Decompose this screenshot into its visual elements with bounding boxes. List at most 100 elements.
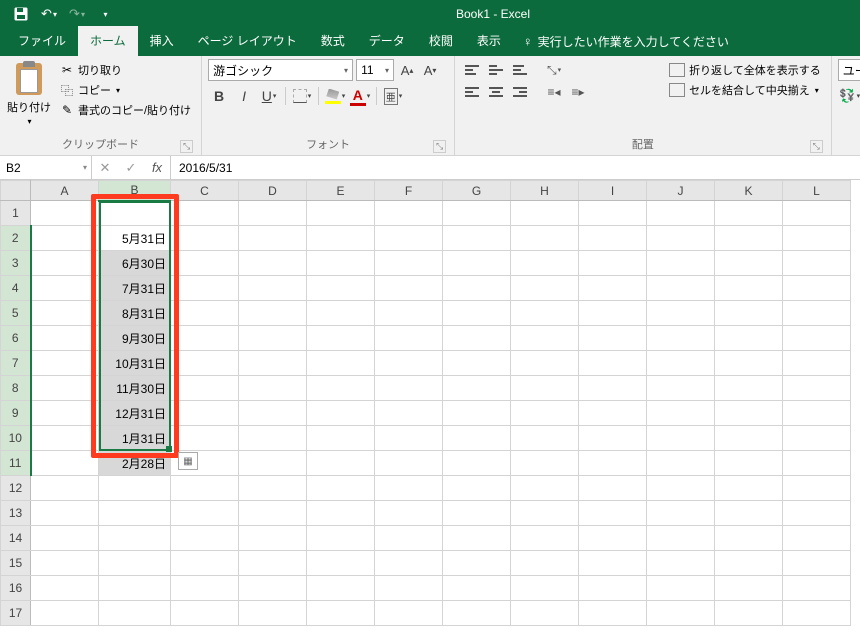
cell-L6[interactable] xyxy=(783,326,851,351)
tab-file[interactable]: ファイル xyxy=(6,26,78,56)
accounting-format-button[interactable]: 💱▾ xyxy=(838,85,860,107)
cell-I16[interactable] xyxy=(579,576,647,601)
cell-I15[interactable] xyxy=(579,551,647,576)
cell-D13[interactable] xyxy=(239,501,307,526)
cell-L8[interactable] xyxy=(783,376,851,401)
cell-H3[interactable] xyxy=(511,251,579,276)
cell-G3[interactable] xyxy=(443,251,511,276)
cell-L16[interactable] xyxy=(783,576,851,601)
tab-page-layout[interactable]: ページ レイアウト xyxy=(186,26,309,56)
align-middle-button[interactable] xyxy=(485,59,507,81)
cell-G11[interactable] xyxy=(443,451,511,476)
cell-F16[interactable] xyxy=(375,576,443,601)
cell-I4[interactable] xyxy=(579,276,647,301)
cell-L12[interactable] xyxy=(783,476,851,501)
paste-button[interactable]: 貼り付け ▾ xyxy=(6,59,52,126)
align-right-button[interactable] xyxy=(509,81,531,103)
cell-G13[interactable] xyxy=(443,501,511,526)
cell-F5[interactable] xyxy=(375,301,443,326)
cell-E1[interactable] xyxy=(307,201,375,226)
cell-E16[interactable] xyxy=(307,576,375,601)
row-header-13[interactable]: 13 xyxy=(1,501,31,526)
cell-I1[interactable] xyxy=(579,201,647,226)
cell-L15[interactable] xyxy=(783,551,851,576)
cell-B16[interactable] xyxy=(99,576,171,601)
cell-B13[interactable] xyxy=(99,501,171,526)
enter-formula-button[interactable]: ✓ xyxy=(118,160,144,176)
cell-F17[interactable] xyxy=(375,601,443,626)
column-header-K[interactable]: K xyxy=(715,181,783,201)
cell-B3[interactable]: 6月30日 xyxy=(99,251,171,276)
cell-L10[interactable] xyxy=(783,426,851,451)
tab-view[interactable]: 表示 xyxy=(465,26,513,56)
cell-F9[interactable] xyxy=(375,401,443,426)
cell-D3[interactable] xyxy=(239,251,307,276)
cell-I13[interactable] xyxy=(579,501,647,526)
number-format-combo[interactable]: ユーザー定義▾ xyxy=(838,59,860,81)
cell-I2[interactable] xyxy=(579,226,647,251)
cell-D5[interactable] xyxy=(239,301,307,326)
cell-G7[interactable] xyxy=(443,351,511,376)
cell-L11[interactable] xyxy=(783,451,851,476)
cell-K1[interactable] xyxy=(715,201,783,226)
cell-I6[interactable] xyxy=(579,326,647,351)
cell-B17[interactable] xyxy=(99,601,171,626)
cell-K3[interactable] xyxy=(715,251,783,276)
cell-K12[interactable] xyxy=(715,476,783,501)
column-header-A[interactable]: A xyxy=(31,181,99,201)
cell-I10[interactable] xyxy=(579,426,647,451)
cell-K7[interactable] xyxy=(715,351,783,376)
cell-G8[interactable] xyxy=(443,376,511,401)
column-header-C[interactable]: C xyxy=(171,181,239,201)
cell-G16[interactable] xyxy=(443,576,511,601)
cell-A13[interactable] xyxy=(31,501,99,526)
cell-C7[interactable] xyxy=(171,351,239,376)
cell-G5[interactable] xyxy=(443,301,511,326)
cell-A7[interactable] xyxy=(31,351,99,376)
cell-D9[interactable] xyxy=(239,401,307,426)
cell-J8[interactable] xyxy=(647,376,715,401)
tab-data[interactable]: データ xyxy=(357,26,417,56)
cell-L7[interactable] xyxy=(783,351,851,376)
cell-B1[interactable] xyxy=(99,201,171,226)
cell-A14[interactable] xyxy=(31,526,99,551)
cell-H17[interactable] xyxy=(511,601,579,626)
cell-G15[interactable] xyxy=(443,551,511,576)
cell-D8[interactable] xyxy=(239,376,307,401)
dialog-launcher[interactable]: ⤡ xyxy=(433,140,446,153)
cell-K16[interactable] xyxy=(715,576,783,601)
cell-D16[interactable] xyxy=(239,576,307,601)
increase-font-button[interactable]: A▴ xyxy=(397,59,417,81)
cell-J6[interactable] xyxy=(647,326,715,351)
cell-C13[interactable] xyxy=(171,501,239,526)
cell-E13[interactable] xyxy=(307,501,375,526)
cell-K9[interactable] xyxy=(715,401,783,426)
row-header-15[interactable]: 15 xyxy=(1,551,31,576)
cell-D14[interactable] xyxy=(239,526,307,551)
cell-F15[interactable] xyxy=(375,551,443,576)
cell-L17[interactable] xyxy=(783,601,851,626)
cell-F1[interactable] xyxy=(375,201,443,226)
cell-K4[interactable] xyxy=(715,276,783,301)
cell-B14[interactable] xyxy=(99,526,171,551)
cell-I8[interactable] xyxy=(579,376,647,401)
cell-A4[interactable] xyxy=(31,276,99,301)
column-header-I[interactable]: I xyxy=(579,181,647,201)
cell-J11[interactable] xyxy=(647,451,715,476)
merge-center-button[interactable]: セルを結合して中央揃え▾ xyxy=(665,81,825,99)
copy-button[interactable]: ⿻コピー▾ xyxy=(56,81,195,99)
cell-H12[interactable] xyxy=(511,476,579,501)
cell-J16[interactable] xyxy=(647,576,715,601)
cell-D6[interactable] xyxy=(239,326,307,351)
cell-E7[interactable] xyxy=(307,351,375,376)
increase-indent-button[interactable]: ≡▸ xyxy=(567,81,589,103)
cell-G6[interactable] xyxy=(443,326,511,351)
row-header-2[interactable]: 2 xyxy=(1,226,31,251)
cell-C9[interactable] xyxy=(171,401,239,426)
row-header-6[interactable]: 6 xyxy=(1,326,31,351)
cell-K10[interactable] xyxy=(715,426,783,451)
name-box[interactable]: B2▾ xyxy=(0,156,92,179)
tab-insert[interactable]: 挿入 xyxy=(138,26,186,56)
italic-button[interactable]: I xyxy=(233,85,255,107)
cell-C5[interactable] xyxy=(171,301,239,326)
